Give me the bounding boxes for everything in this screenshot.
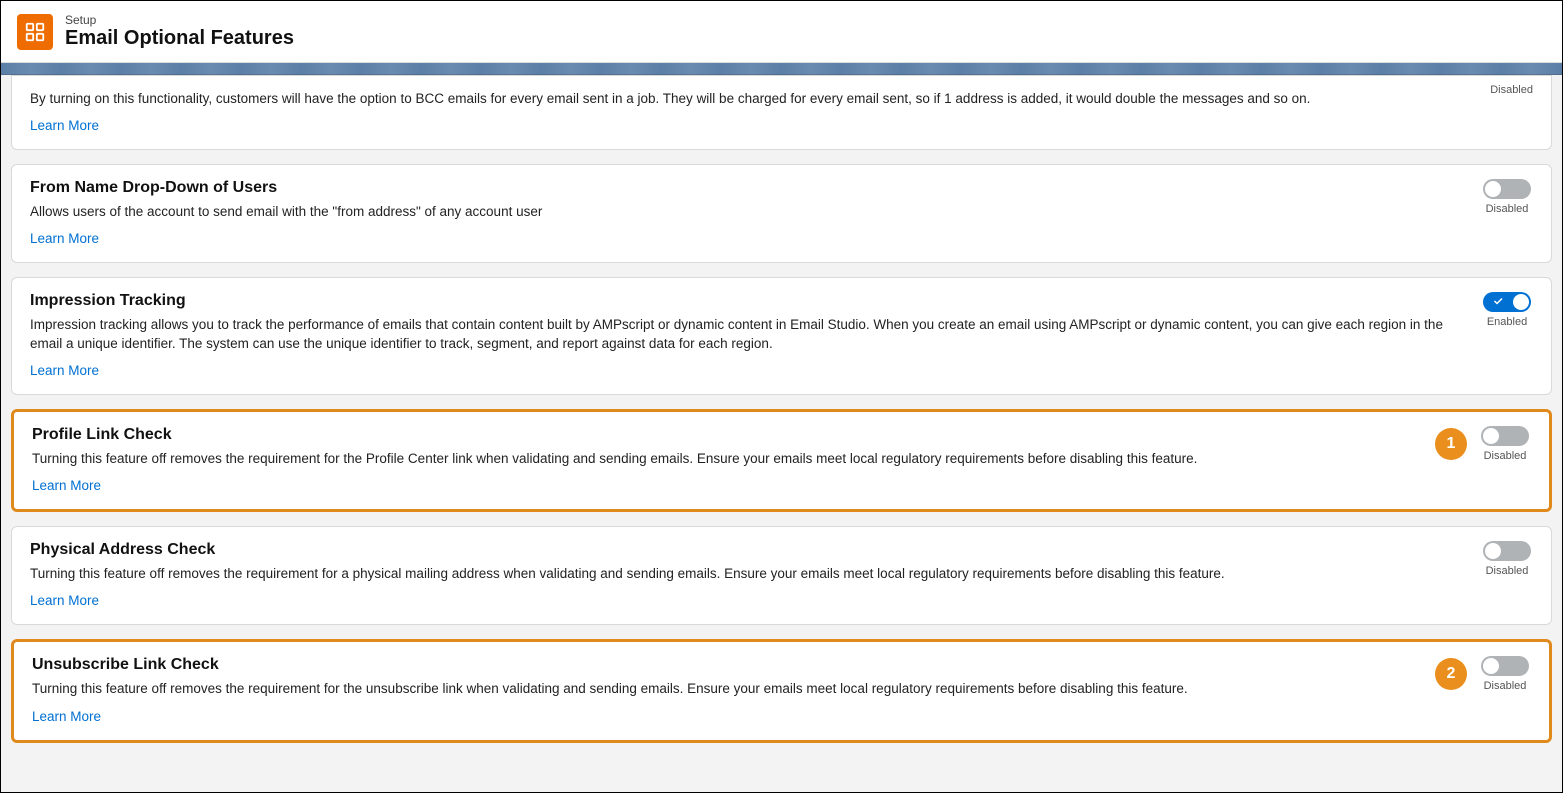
learn-more-link[interactable]: Learn More [32, 709, 101, 724]
feature-description: Allows users of the account to send emai… [30, 203, 1465, 221]
learn-more-link[interactable]: Learn More [32, 478, 101, 493]
learn-more-link[interactable]: Learn More [30, 593, 99, 608]
annotation-badge-1: 1 [1435, 428, 1467, 460]
feature-card-unsubscribe-link-check: Unsubscribe Link Check Turning this feat… [11, 639, 1552, 742]
page-header: Setup Email Optional Features [1, 1, 1562, 63]
annotation-badge-2: 2 [1435, 658, 1467, 690]
feature-card-physical-address-check: Physical Address Check Turning this feat… [11, 526, 1552, 625]
status-label: Disabled [1486, 203, 1529, 215]
feature-description: Turning this feature off removes the req… [30, 565, 1465, 583]
setup-icon [17, 14, 53, 50]
feature-card-from-name: From Name Drop-Down of Users Allows user… [11, 164, 1552, 263]
status-label: Disabled [1484, 680, 1527, 692]
feature-title: Unsubscribe Link Check [32, 656, 1419, 674]
feature-title: Physical Address Check [30, 541, 1465, 559]
feature-title: Impression Tracking [30, 292, 1465, 310]
feature-description: By turning on this functionality, custom… [30, 90, 1533, 108]
toggle-physical-address-check[interactable] [1483, 541, 1531, 561]
status-label: Disabled [1484, 450, 1527, 462]
breadcrumb: Setup [65, 13, 294, 27]
learn-more-link[interactable]: Learn More [30, 363, 99, 378]
feature-title: From Name Drop-Down of Users [30, 179, 1465, 197]
learn-more-link[interactable]: Learn More [30, 118, 99, 133]
learn-more-link[interactable]: Learn More [30, 231, 99, 246]
status-label: Enabled [1487, 316, 1527, 328]
decorative-band [1, 63, 1562, 75]
feature-description: Turning this feature off removes the req… [32, 450, 1419, 468]
content-area: Disabled By turning on this functionalit… [1, 75, 1562, 753]
feature-title: Profile Link Check [32, 426, 1419, 444]
toggle-profile-link-check[interactable] [1481, 426, 1529, 446]
feature-card-bcc: Disabled By turning on this functionalit… [11, 75, 1552, 150]
toggle-impression-tracking[interactable] [1483, 292, 1531, 312]
feature-description: Turning this feature off removes the req… [32, 680, 1419, 698]
toggle-unsubscribe-link-check[interactable] [1481, 656, 1529, 676]
status-label: Disabled [1486, 565, 1529, 577]
feature-card-impression-tracking: Impression Tracking Impression tracking … [11, 277, 1552, 394]
feature-description: Impression tracking allows you to track … [30, 316, 1465, 352]
toggle-from-name[interactable] [1483, 179, 1531, 199]
page-title: Email Optional Features [65, 27, 294, 50]
status-label: Disabled [1490, 84, 1533, 96]
feature-card-profile-link-check: Profile Link Check Turning this feature … [11, 409, 1552, 512]
